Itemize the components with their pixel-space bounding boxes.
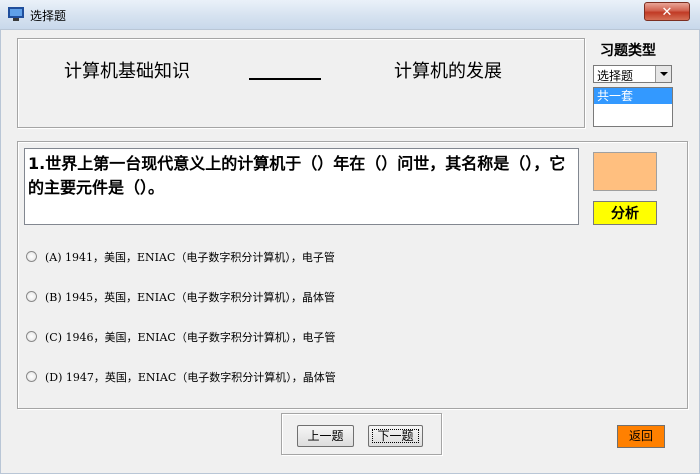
chapter-label: 计算机的发展 xyxy=(394,61,502,81)
radio-button[interactable] xyxy=(26,251,37,262)
question-textbox[interactable]: 1.世界上第一台现代意义上的计算机于（）年在（）问世，其名称是（），它的主要元件… xyxy=(24,148,579,225)
option-label: (C) 1946，美国，ENIAC（电子数字积分计算机），电子管 xyxy=(45,331,336,344)
previous-question-button[interactable]: 上一题 xyxy=(297,425,354,447)
next-question-button[interactable]: 下一题 xyxy=(368,425,423,447)
question-type-label: 习题类型 xyxy=(600,42,656,58)
question-type-select[interactable]: 选择题 xyxy=(593,65,672,83)
option-label: (B) 1945，英国，ENIAC（电子数字积分计算机），晶体管 xyxy=(45,291,336,304)
subject-label: 计算机基础知识 xyxy=(64,61,190,81)
option-label: (A) 1941，美国，ENIAC（电子数字积分计算机），电子管 xyxy=(45,251,335,264)
focus-rectangle xyxy=(372,429,419,443)
close-icon: ✕ xyxy=(661,4,673,19)
option-label: (D) 1947，英国，ENIAC（电子数字积分计算机），晶体管 xyxy=(45,371,336,384)
answer-indicator xyxy=(593,152,657,191)
question-text: 1.世界上第一台现代意义上的计算机于（）年在（）问世，其名称是（），它的主要元件… xyxy=(28,154,566,197)
header-group xyxy=(17,38,585,128)
window-title: 选择题 xyxy=(30,9,67,23)
header-divider xyxy=(249,78,321,80)
question-set-list[interactable]: 共一套 xyxy=(593,87,673,127)
radio-button[interactable] xyxy=(26,331,37,342)
analysis-button[interactable]: 分析 xyxy=(593,201,657,225)
chevron-down-icon[interactable] xyxy=(655,66,671,82)
close-button[interactable]: ✕ xyxy=(644,2,690,21)
app-icon xyxy=(8,7,24,21)
set-list-item[interactable]: 共一套 xyxy=(594,88,672,104)
title-bar: 选择题 ✕ xyxy=(0,0,700,30)
radio-button[interactable] xyxy=(26,371,37,382)
question-type-value: 选择题 xyxy=(597,69,634,83)
back-button[interactable]: 返回 xyxy=(617,425,665,448)
radio-button[interactable] xyxy=(26,291,37,302)
